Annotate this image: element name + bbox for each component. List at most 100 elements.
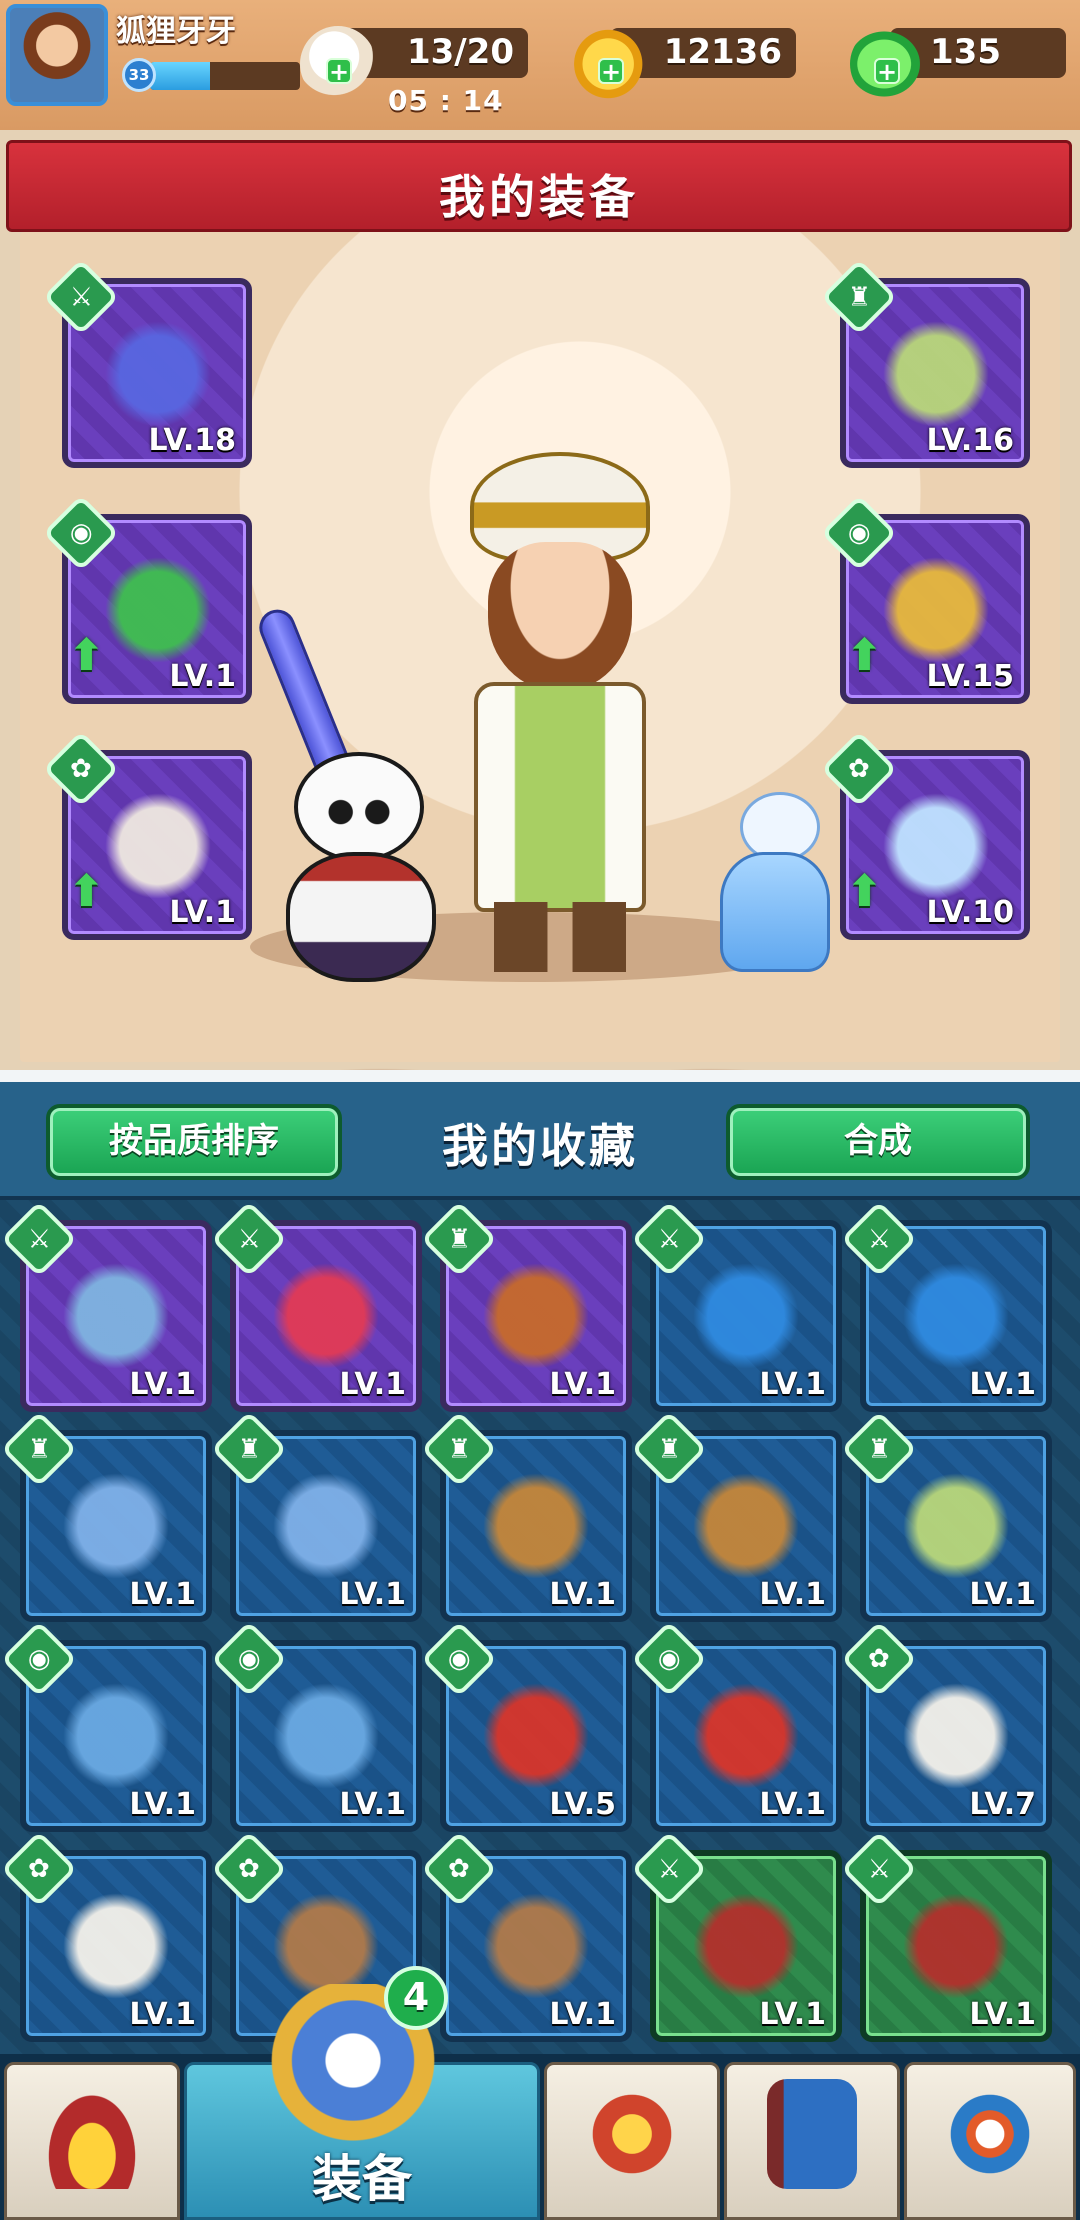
collection-item[interactable]: ◉ LV.1 <box>630 1620 842 1832</box>
slot-type-badge: ♜ <box>0 1410 78 1488</box>
slot-type-badge: ✿ <box>420 1830 498 1908</box>
white-squirrel-icon <box>896 1676 1016 1796</box>
craft-button[interactable]: 合成 <box>726 1104 1030 1180</box>
stamina-timer: 05 : 14 <box>388 84 504 117</box>
slot-type-badge: ✿ <box>0 1830 78 1908</box>
collection-item[interactable]: ⚔ LV.1 <box>630 1200 842 1412</box>
item-level: LV.1 <box>759 1367 826 1402</box>
pendant-icon: ◉ <box>237 1644 261 1675</box>
collection-item[interactable]: ✿ LV.1 <box>420 1830 632 2042</box>
collection-item[interactable]: ◉ LV.1 <box>0 1620 212 1832</box>
monkey-icon <box>476 1886 596 2006</box>
upgrade-arrow-icon: ⬆ <box>68 630 105 681</box>
blue-fan-icon <box>686 1256 806 1376</box>
nav-skills[interactable] <box>544 2062 720 2220</box>
pendant-icon: ◉ <box>657 1644 681 1675</box>
armor-slot[interactable]: ♜ LV.16 <box>820 258 1030 468</box>
nav-shop[interactable] <box>4 2062 180 2220</box>
white-squirrel-icon <box>56 1886 176 2006</box>
armor-icon: ♜ <box>447 1224 472 1255</box>
item-level: LV.1 <box>759 1787 826 1822</box>
armor-icon: ♜ <box>847 282 872 313</box>
notification-badge: 4 <box>384 1966 448 2030</box>
collection-item[interactable]: ⚔ LV.1 <box>840 1830 1052 2042</box>
collection-item[interactable]: ♜ LV.1 <box>840 1410 1052 1622</box>
collection-item[interactable]: ✿ LV.1 <box>0 1830 212 2042</box>
xp-bar-fill <box>150 62 210 90</box>
item-level: LV.1 <box>549 1997 616 2032</box>
item-level: LV.1 <box>169 895 236 930</box>
slot-type-badge: ⚔ <box>42 258 120 336</box>
upgrade-arrow-icon: ⬆ <box>68 866 105 917</box>
paw-icon: ✿ <box>448 1853 470 1884</box>
gold-armor-icon <box>476 1466 596 1586</box>
item-level: LV.1 <box>759 1577 826 1612</box>
panda-body <box>286 852 436 982</box>
add-stamina-icon[interactable]: + <box>326 58 352 84</box>
item-level: LV.1 <box>339 1787 406 1822</box>
slot-type-badge: ⚔ <box>630 1200 708 1278</box>
jade-ring-pendant-icon <box>98 550 218 670</box>
green-robe-icon <box>896 1466 1016 1586</box>
slot-type-badge: ♜ <box>420 1200 498 1278</box>
item-level: LV.10 <box>926 895 1014 930</box>
ferret-pet-icon <box>876 786 996 906</box>
collection-item[interactable]: ⚔ LV.1 <box>0 1200 212 1412</box>
level-badge: 33 <box>122 58 156 92</box>
collection-item[interactable]: ✿ LV.7 <box>840 1620 1052 1832</box>
pendant-icon: ◉ <box>447 1644 471 1675</box>
book-icon <box>767 2079 857 2189</box>
accessory-slot[interactable]: ◉ ⬆ LV.1 <box>42 494 252 704</box>
sword-icon: ⚔ <box>237 1224 262 1255</box>
golden-bell-pendant-icon <box>876 550 996 670</box>
pet2-slot[interactable]: ✿ ⬆ LV.10 <box>820 730 1030 940</box>
collection-item[interactable]: ◉ LV.5 <box>420 1620 632 1832</box>
equipment-title-banner: 我的装备 <box>6 140 1072 232</box>
collection-item[interactable]: ♜ LV.1 <box>420 1200 632 1412</box>
sword-icon: ⚔ <box>657 1854 682 1885</box>
fur-coat-icon <box>56 1466 176 1586</box>
item-level: LV.1 <box>969 1997 1036 2032</box>
pet-slot[interactable]: ✿ ⬆ LV.1 <box>42 730 252 940</box>
add-gold-icon[interactable]: + <box>598 58 624 84</box>
slot-type-badge: ✿ <box>840 1620 918 1698</box>
accessory2-slot[interactable]: ◉ ⬆ LV.15 <box>820 494 1030 704</box>
collection-item[interactable]: ♜ LV.1 <box>630 1410 842 1622</box>
red-blade-icon <box>266 1256 386 1376</box>
collection-item[interactable]: ⚔ LV.1 <box>210 1200 422 1412</box>
sword-icon: ⚔ <box>867 1854 892 1885</box>
item-level: LV.16 <box>926 423 1014 458</box>
item-level: LV.1 <box>339 1367 406 1402</box>
slot-type-badge: ♜ <box>840 1410 918 1488</box>
item-level: LV.1 <box>549 1367 616 1402</box>
collection-item[interactable]: ⚔ LV.1 <box>630 1830 842 2042</box>
collection-item[interactable]: ◉ LV.1 <box>210 1620 422 1832</box>
slot-type-badge: ♜ <box>210 1410 288 1488</box>
ferret-body <box>720 852 830 972</box>
player-avatar[interactable] <box>6 4 108 106</box>
slot-type-badge: ◉ <box>0 1620 78 1698</box>
red-pendant-icon <box>686 1676 806 1796</box>
nav-book[interactable] <box>724 2062 900 2220</box>
add-jade-icon[interactable]: + <box>874 58 900 84</box>
item-level: LV.18 <box>148 423 236 458</box>
stamina-counter[interactable]: + 13/20 <box>300 26 528 102</box>
nav-settings[interactable] <box>904 2062 1076 2220</box>
jade-counter[interactable]: + 135 <box>850 26 1066 102</box>
gold-armor-icon <box>686 1466 806 1586</box>
item-level: LV.1 <box>549 1577 616 1612</box>
bottom-navigation: 装备 4 <box>0 1966 1080 2220</box>
collection-item[interactable]: ♜ LV.1 <box>420 1410 632 1622</box>
gold-counter[interactable]: + 12136 <box>574 26 796 102</box>
collection-panel: 按品质排序 我的收藏 合成 ⚔ LV.1 ⚔ LV.1 ♜ LV.1 ⚔ LV.1 ⚔ LV.1 ♜… <box>0 1082 1080 2054</box>
pendant-icon: ◉ <box>27 1644 51 1675</box>
armor-icon: ♜ <box>657 1434 682 1465</box>
sword-icon: ⚔ <box>867 1224 892 1255</box>
stamina-value: 13/20 <box>406 32 514 72</box>
collection-item[interactable]: ♜ LV.1 <box>210 1410 422 1622</box>
weapon-slot[interactable]: ⚔ LV.18 <box>42 258 252 468</box>
collection-item[interactable]: ♜ LV.1 <box>0 1410 212 1622</box>
hero-character[interactable] <box>460 452 660 972</box>
collection-item[interactable]: ⚔ LV.1 <box>840 1200 1052 1412</box>
item-level: LV.1 <box>169 659 236 694</box>
